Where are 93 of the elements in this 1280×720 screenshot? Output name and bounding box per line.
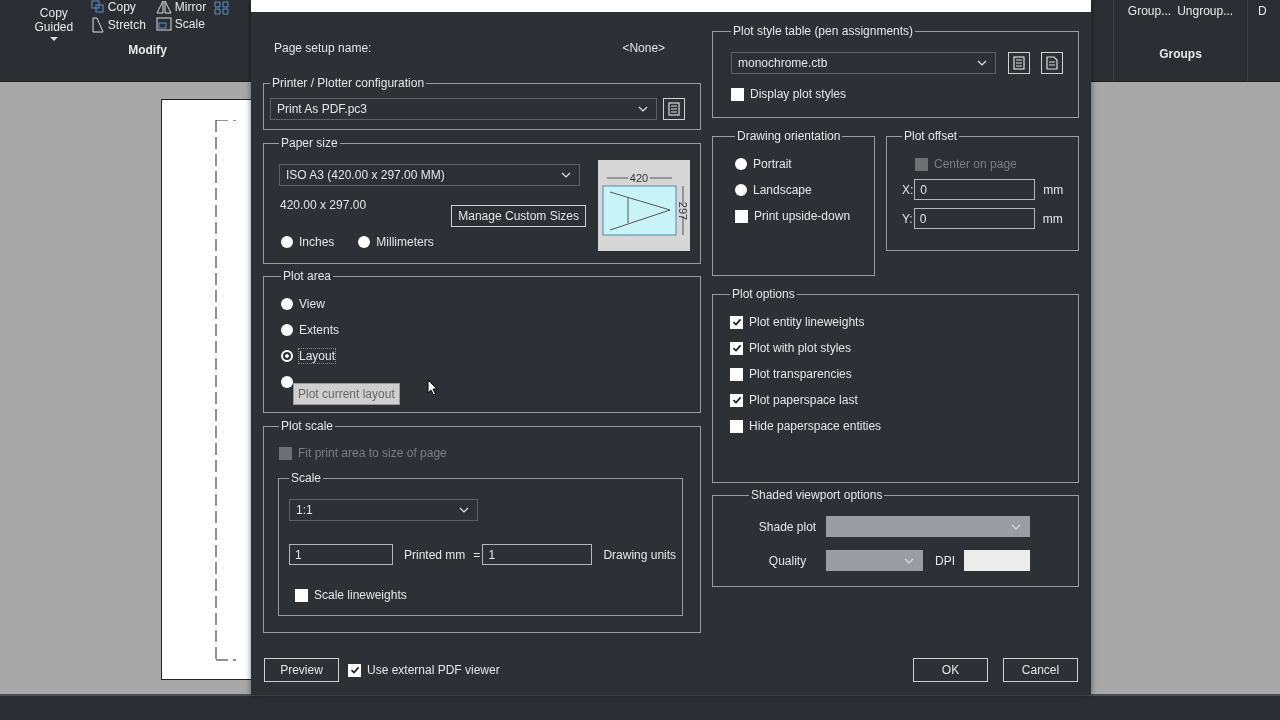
- dropdown[interactable]: Print As PDF.pc3: [270, 98, 657, 120]
- radio-button[interactable]: [735, 158, 747, 170]
- chevron-icon: [638, 106, 648, 112]
- ok-button[interactable]: OK: [913, 658, 988, 682]
- chevron-icon: [561, 172, 571, 178]
- scale-icon: [155, 17, 172, 31]
- radio-button[interactable]: [281, 350, 293, 362]
- checkbox-label: Hide paperspace entities: [749, 419, 882, 433]
- new-button[interactable]: [1041, 52, 1063, 74]
- radio-button[interactable]: [281, 298, 293, 310]
- unit-label: mm: [1043, 182, 1064, 197]
- properties-button[interactable]: [663, 98, 685, 120]
- manage-custom-sizes-button[interactable]: Manage Custom Sizes: [451, 205, 586, 227]
- group-title: Shaded viewport options: [750, 488, 884, 502]
- properties-icon: [1013, 56, 1025, 70]
- ribbon-tool[interactable]: Scale: [153, 17, 209, 31]
- checkbox-label: Plot transparencies: [749, 367, 852, 381]
- checkbox-label: Plot entity lineweights: [749, 315, 865, 329]
- dropdown[interactable]: 1:1: [289, 499, 478, 521]
- field-label: Quality: [768, 553, 807, 568]
- dropdown[interactable]: monochrome.ctb: [731, 52, 996, 74]
- document-icon: [1046, 56, 1058, 70]
- group-title: Plot options: [731, 287, 796, 301]
- checkbox-label: Print upside-down: [754, 209, 851, 223]
- field-label: DPI: [935, 553, 955, 568]
- radio-label: Layout: [299, 349, 336, 363]
- copy-guided-button[interactable]: Copy Guided: [24, 6, 83, 41]
- stretch-icon: [90, 17, 105, 33]
- dropdown[interactable]: ISO A3 (420.00 x 297.00 MM): [279, 164, 580, 186]
- mirror-icon: [155, 0, 172, 14]
- group-title: Printer / Plotter configuration: [271, 76, 426, 90]
- group-title: Scale: [290, 471, 323, 485]
- checkbox-label: Plot with plot styles: [749, 341, 852, 355]
- dimension-label: 420: [629, 172, 649, 184]
- checkbox-label: Fit print area to size of page: [298, 446, 447, 460]
- radio-label: View: [299, 297, 325, 311]
- preview-button[interactable]: Preview: [264, 658, 339, 682]
- radio-button[interactable]: [358, 236, 371, 248]
- paper-dimensions: 420.00 x 297.00: [279, 197, 367, 214]
- input-field[interactable]: 0: [913, 208, 1035, 229]
- caret-icon: [49, 37, 58, 41]
- field-label: Page setup name:: [274, 41, 372, 55]
- radio-label: Millimeters: [376, 235, 434, 249]
- unit-label: Drawing units: [603, 547, 677, 562]
- unit-label: mm: [1042, 211, 1063, 226]
- unit-label: Printed mm: [404, 547, 466, 562]
- input-field[interactable]: 0: [914, 179, 1036, 200]
- group-title: Plot offset: [903, 129, 959, 143]
- ribbon-tool[interactable]: Stretch: [88, 17, 148, 33]
- group-title: Drawing orientation: [736, 129, 842, 143]
- ribbon-tool[interactable]: D: [1256, 4, 1269, 18]
- input-field[interactable]: 1: [289, 544, 393, 565]
- radio-label: Inches: [299, 235, 335, 249]
- radio-label: Extents: [299, 323, 340, 337]
- radio-button[interactable]: [281, 324, 293, 336]
- group-title: Paper size: [280, 136, 339, 150]
- input-field[interactable]: 1: [482, 544, 593, 565]
- equals-sign: =: [473, 547, 481, 562]
- chevron-icon: [977, 60, 987, 66]
- field-value: <None>: [622, 41, 666, 55]
- radio-button[interactable]: [281, 376, 293, 388]
- edit-button[interactable]: [1008, 52, 1030, 74]
- ribbon-group-title: Groups: [1159, 47, 1202, 61]
- group-title: Plot area: [282, 269, 333, 283]
- dimension-label: 297: [677, 201, 689, 221]
- ribbon-tool[interactable]: Copy: [88, 0, 148, 14]
- group-title: Plot scale: [280, 419, 335, 433]
- radio-button[interactable]: [281, 236, 293, 248]
- checkbox-label: Scale lineweights: [314, 588, 407, 602]
- ribbon-tool[interactable]: Group...: [1125, 4, 1174, 18]
- chevron-icon: [1011, 523, 1021, 530]
- properties-icon: [668, 102, 680, 116]
- checkbox-label: Use external PDF viewer: [367, 663, 500, 677]
- tooltip: Plot current layout: [293, 383, 400, 405]
- ribbon-tool[interactable]: Ungroup...: [1175, 4, 1236, 18]
- field-label: X:: [902, 182, 914, 197]
- array-icon: [214, 1, 231, 15]
- checkbox-label: Plot paperspace last: [749, 393, 858, 407]
- group-title: Plot style table (pen assignments): [732, 24, 915, 38]
- radio-button[interactable]: [735, 184, 747, 196]
- field-label: Y:: [902, 211, 913, 226]
- field-label: Shade plot: [758, 519, 817, 534]
- radio-label: Landscape: [753, 183, 812, 197]
- checkbox-label: Display plot styles: [750, 87, 847, 101]
- copy-icon: [90, 0, 105, 14]
- ribbon-group-title: Modify: [128, 43, 167, 57]
- checkbox-label: Center on page: [934, 157, 1017, 171]
- cancel-button[interactable]: Cancel: [1003, 658, 1078, 682]
- ribbon-tool[interactable]: Mirror: [153, 0, 209, 14]
- chevron-icon: [904, 557, 914, 564]
- cursor-icon: [427, 379, 438, 396]
- radio-label: Portrait: [753, 157, 792, 171]
- chevron-icon: [459, 507, 469, 513]
